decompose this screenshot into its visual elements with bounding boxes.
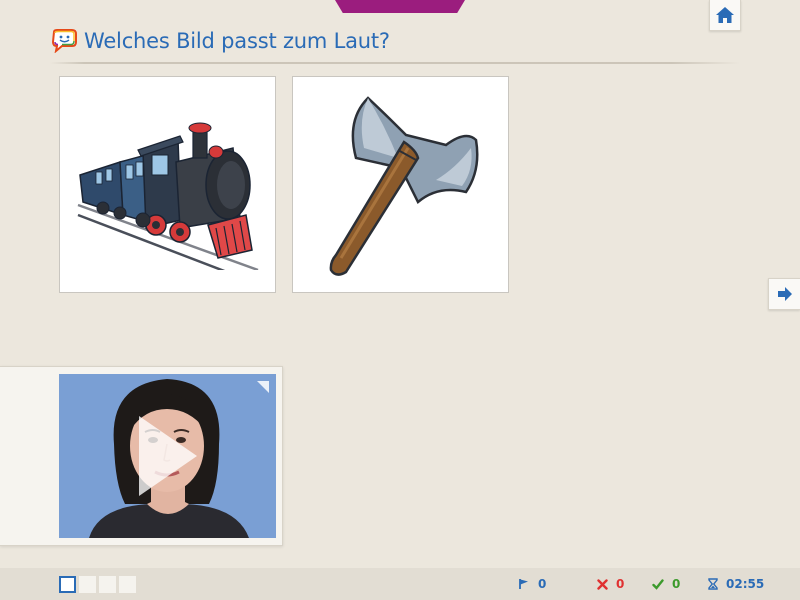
axe-illustration [329,95,478,276]
correct-counter: 0 [652,577,680,591]
play-icon[interactable] [135,414,199,498]
correct-count: 0 [672,577,681,591]
cross-icon [597,578,608,590]
checkmark-icon [652,578,664,590]
speech-bubble-icon [51,29,77,53]
arrow-right-icon [777,287,792,301]
flag-counter: 0 [518,577,546,591]
wrong-counter: 0 [597,577,624,591]
wrong-count: 0 [616,577,625,591]
hourglass-icon [708,578,718,590]
home-button[interactable] [709,0,741,31]
header-divider [50,62,740,64]
question-title: Welches Bild passt zum Laut? [84,29,390,53]
header: Welches Bild passt zum Laut? [50,26,390,56]
steam-locomotive-illustration [77,122,258,270]
time-value: 02:55 [726,577,765,591]
flag-count: 0 [538,577,547,591]
timer: 02:55 [708,577,764,591]
expand-icon[interactable] [256,380,270,394]
progress-step [119,576,136,593]
sign-language-video[interactable] [59,374,276,538]
next-button[interactable] [768,278,800,310]
top-tab [335,0,465,13]
answer-card-train[interactable] [59,76,276,293]
progress-indicator [59,576,136,593]
progress-step-current [59,576,76,593]
progress-step [99,576,116,593]
flag-icon [519,579,528,589]
answer-card-axe[interactable] [292,76,509,293]
home-icon [716,7,734,23]
progress-step [79,576,96,593]
